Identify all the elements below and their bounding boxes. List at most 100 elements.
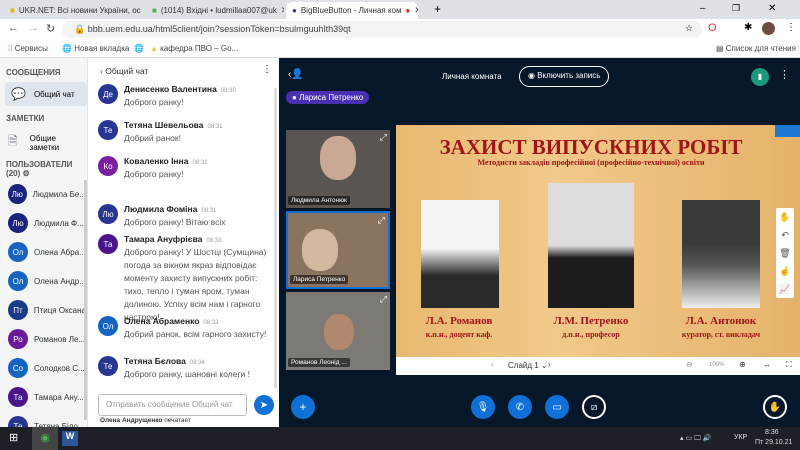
- slide-title: ЗАХИСТ ВИПУСКНИХ РОБІТ: [439, 135, 743, 159]
- chat-options-icon[interactable]: ⋮: [262, 64, 272, 75]
- slide-label: Слайд 1: [508, 361, 539, 370]
- minimize-presentation-button[interactable]: [775, 125, 800, 137]
- fit-width-button[interactable]: ↔: [763, 360, 771, 369]
- person-role: д.п.н., професор: [562, 330, 620, 339]
- person-name: Л.А. Антонюк: [685, 315, 757, 327]
- avatar: Та: [8, 387, 28, 407]
- person-name: Л.А. Романов: [425, 315, 493, 327]
- language-indicator[interactable]: УКР: [734, 434, 747, 441]
- user-list-item[interactable]: Та Тамара Ану...: [8, 387, 86, 407]
- actions-plus-button[interactable]: +: [291, 395, 315, 419]
- back-icon[interactable]: ←: [8, 22, 19, 34]
- chat-message: Ко Коваленко Інна 08:31 Доброго ранку!: [98, 156, 273, 181]
- address-bar-row: ← → ↻ 🔒 bbb.uem.edu.ua/html5client/join?…: [0, 19, 800, 40]
- microphone-button[interactable]: 🎙: [471, 395, 495, 419]
- send-button[interactable]: ➤: [254, 395, 274, 415]
- tab-bigbluebutton[interactable]: ●BigBlueButton - Личная ком●✕: [286, 2, 418, 19]
- star-icon[interactable]: ☆: [685, 23, 693, 34]
- camera-button[interactable]: ▭: [545, 395, 569, 419]
- video-tile[interactable]: ⤢ Людмила Антонюк: [286, 130, 390, 208]
- chart-icon[interactable]: 📈: [779, 284, 790, 295]
- raise-hand-button[interactable]: ✋: [763, 395, 787, 419]
- avatar: Со: [8, 358, 28, 378]
- undo-icon[interactable]: ↶: [781, 230, 789, 241]
- fullscreen-button[interactable]: ⛶: [786, 360, 792, 370]
- record-button[interactable]: ◉ Включить запись: [519, 66, 610, 87]
- message-time: 08:33: [203, 320, 219, 326]
- chat-scrollbar[interactable]: [274, 88, 277, 388]
- connection-status-icon[interactable]: ▮: [751, 68, 769, 86]
- avatar: Ро: [8, 329, 28, 349]
- tray-icons[interactable]: ▴ ▭ 🖵 🔊: [680, 434, 711, 443]
- user-list-item[interactable]: Ро Романов Ле...: [8, 329, 86, 349]
- prev-slide-button[interactable]: ‹: [491, 360, 494, 369]
- new-tab-button[interactable]: +: [434, 2, 441, 16]
- user-list-item[interactable]: Со Солодков С...: [8, 358, 86, 378]
- user-list-item[interactable]: Ол Олена Абра...: [8, 242, 86, 262]
- clock-date: Пт 29.10.21: [755, 439, 793, 446]
- slide-selector[interactable]: Слайд 1 ⌄: [508, 361, 548, 370]
- phone-button[interactable]: ✆: [508, 395, 532, 419]
- tab-ukrnet[interactable]: ■UKR.NET: Всі новини України, ос✕: [4, 2, 144, 19]
- bookmark-kafedra[interactable]: ▲ кафедра ПВО – Go...: [150, 44, 238, 53]
- chat-message-input[interactable]: Отправить сообщение Общий чат: [98, 394, 247, 416]
- reload-icon[interactable]: ↻: [46, 22, 55, 35]
- user-list-item[interactable]: Ол Олена Андр...: [8, 271, 86, 291]
- menu-icon[interactable]: ⋮: [786, 22, 796, 33]
- fullscreen-icon[interactable]: ⤢: [380, 294, 387, 305]
- video-tile[interactable]: ⤢ Романов Леонід ...: [286, 292, 390, 370]
- message-time: 08:31: [201, 208, 217, 214]
- user-list-item[interactable]: Пт Птиця Оксана: [8, 300, 86, 320]
- chat-back-button[interactable]: ‹ Общий чат: [100, 66, 148, 76]
- windows-start-icon[interactable]: ⊞: [9, 431, 18, 444]
- chat-message: Те Тетяна Шевельова 08:31 Добрий ранок!: [98, 120, 273, 145]
- opera-icon[interactable]: O: [708, 22, 717, 34]
- options-icon[interactable]: ⋮: [779, 68, 790, 81]
- forward-icon[interactable]: →: [28, 22, 39, 34]
- tab-mail[interactable]: ■(1014) Вхідні • ludmillaa007@uk✕: [146, 2, 284, 19]
- fullscreen-icon[interactable]: ⤢: [380, 132, 387, 143]
- trash-icon[interactable]: 🗑: [779, 248, 790, 259]
- user-list-item[interactable]: Лю Людмила Бе...: [8, 184, 86, 204]
- zoom-in-button[interactable]: ⊕: [739, 360, 746, 369]
- avatar: Лю: [8, 184, 27, 204]
- window-close-button[interactable]: ✕: [768, 3, 776, 14]
- sidebar-item-shared-notes[interactable]: 🗎 Общие заметки: [8, 132, 87, 153]
- reading-list-button[interactable]: ▤ Список для чтения: [716, 44, 796, 53]
- word-taskbar-icon[interactable]: W: [62, 431, 78, 446]
- hand-tool-icon[interactable]: ✋: [779, 212, 790, 223]
- chat-title: Общий чат: [105, 66, 149, 76]
- close-icon[interactable]: ✕: [414, 5, 418, 16]
- photo-petrenko: [548, 183, 634, 308]
- maximize-button[interactable]: ❐: [732, 3, 740, 14]
- photo-romanov: [421, 200, 499, 308]
- chrome-taskbar-icon[interactable]: ◉: [32, 427, 58, 450]
- bookmark-new-tab[interactable]: 🌐 Новая вкладка: [62, 44, 129, 53]
- multi-user-icon[interactable]: ☝: [779, 266, 790, 277]
- fullscreen-icon[interactable]: ⤢: [378, 215, 385, 226]
- toggle-userlist-icon[interactable]: ‹👤: [288, 69, 304, 80]
- zoom-out-button[interactable]: ⊖: [686, 360, 693, 369]
- close-icon[interactable]: ✕: [281, 5, 284, 16]
- sidebar-item-public-chat[interactable]: 💬 Общий чат: [5, 82, 87, 106]
- next-slide-button[interactable]: ›: [548, 360, 551, 369]
- extensions-icon[interactable]: ✱: [744, 22, 752, 33]
- url-input[interactable]: 🔒 bbb.uem.edu.ua/html5client/join?sessio…: [62, 21, 702, 38]
- video-tile[interactable]: ⤢ Лариса Петренко: [286, 211, 390, 289]
- screenshare-button[interactable]: ⧄: [582, 395, 606, 419]
- avatar: Ол: [8, 271, 28, 291]
- gear-icon[interactable]: ⚙: [22, 169, 29, 178]
- user-list-scrollbar[interactable]: [84, 180, 87, 420]
- public-chat-label: Общий чат: [33, 89, 75, 99]
- bookmark-services[interactable]: ⁞⁞ Сервисы: [8, 44, 48, 53]
- profile-avatar[interactable]: [762, 22, 775, 35]
- clock-time: 8:36: [765, 429, 779, 436]
- message-time: 08:30: [220, 88, 236, 94]
- avatar: Ко: [98, 156, 118, 176]
- bookmark-globe[interactable]: 🌐: [134, 44, 144, 53]
- user-list-item[interactable]: Лю Людмила Ф...: [8, 213, 86, 233]
- video-label: Людмила Антонюк: [288, 196, 350, 205]
- user-name: Людмила Ф...: [34, 218, 84, 228]
- shared-notes-label: Общие заметки: [29, 133, 60, 152]
- minimize-button[interactable]: –: [700, 3, 706, 14]
